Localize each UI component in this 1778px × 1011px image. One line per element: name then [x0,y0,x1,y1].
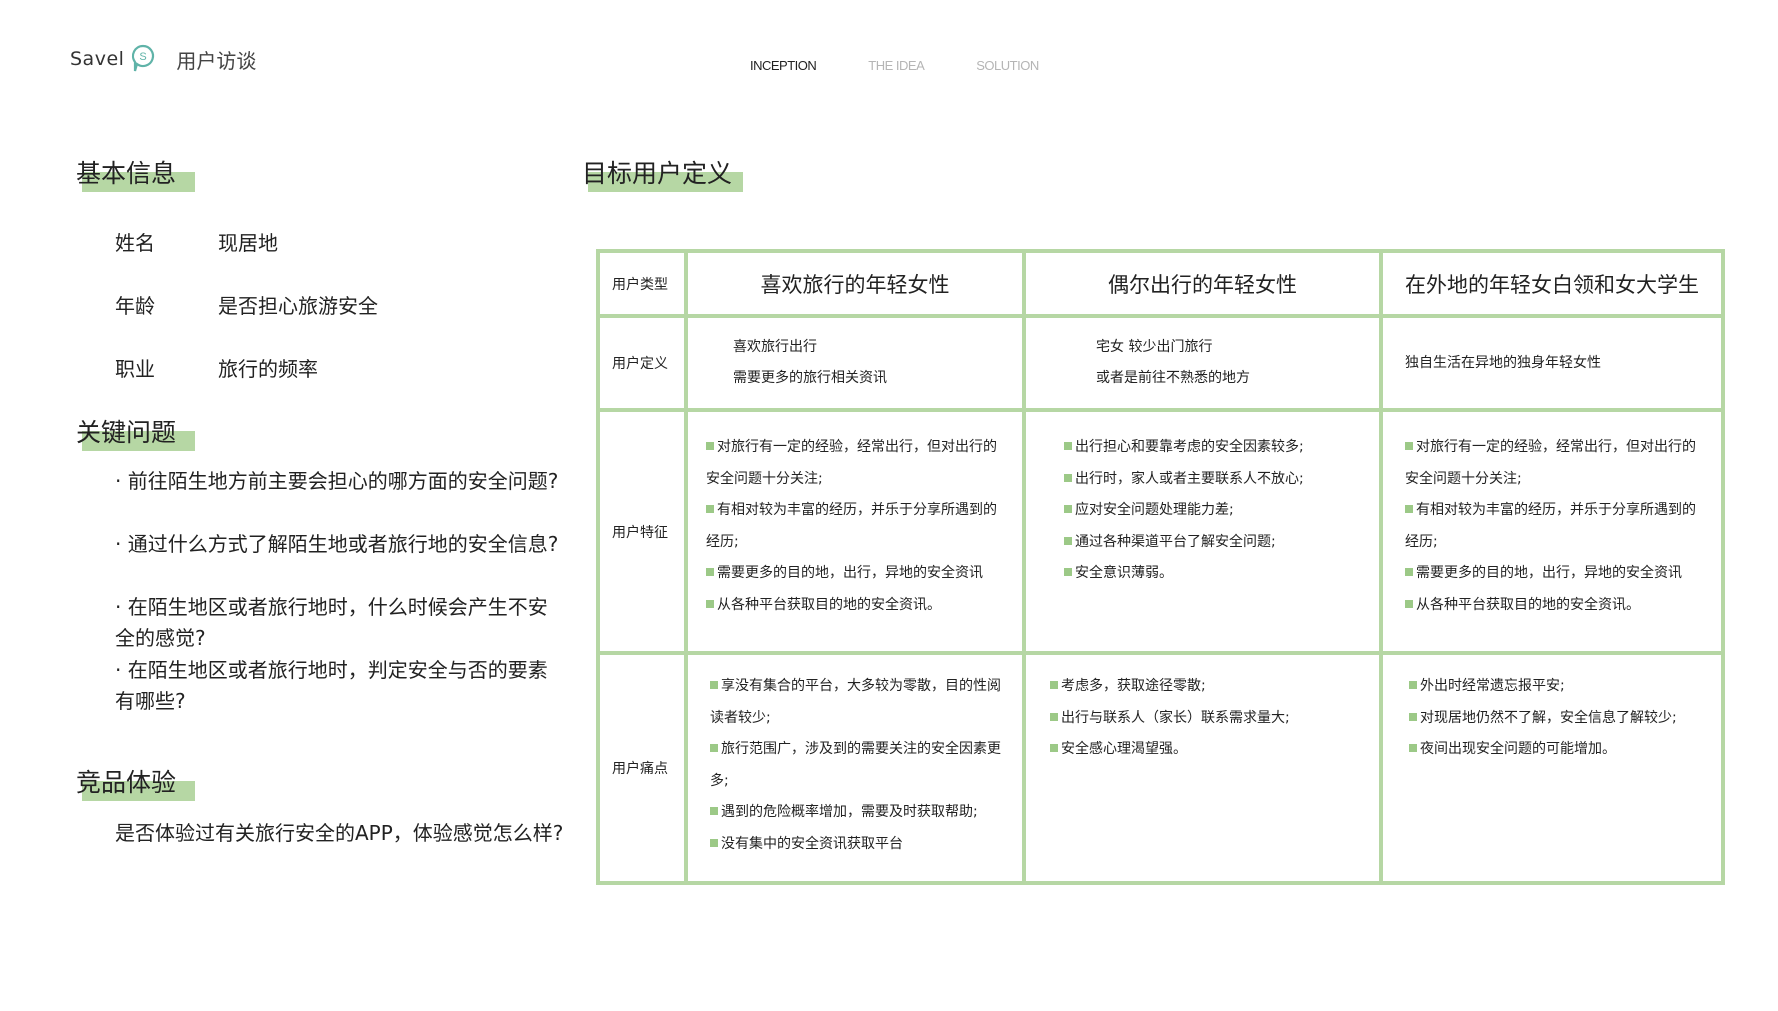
bullet-icon [1064,473,1072,482]
definition-line: 宅女 较少出门旅行 [1096,339,1213,355]
bullet-icon [1405,505,1413,513]
top-nav: INCEPTION THE IDEA SOLUTION [750,58,1091,73]
bullet-icon [1405,599,1413,608]
list-item: 对旅行有一定的经验，经常出行，但对出行的安全问题十分关注; [706,439,997,487]
list-item: 从各种平台获取目的地的安全资讯。 [1405,590,1707,622]
list-item: 有相对较为丰富的经历，并乐于分享所遇到的经历; [1405,502,1696,550]
bullet-icon [1409,681,1417,689]
bullet-icon [710,838,718,847]
definition-cell: 宅女 较少出门旅行 或者是前往不熟悉的地方 [1022,314,1383,412]
list-item: 有相对较为丰富的经历，并乐于分享所遇到的经历; [706,502,997,550]
definition-cell: 独自生活在异地的独身年轻女性 [1379,314,1721,412]
list-item: 考虑多，获取途径零散; [1050,671,1365,703]
list-item: 通过各种渠道平台了解安全问题; [1064,527,1365,559]
bullet-icon [706,442,714,450]
list-item: 遇到的危险概率增加，需要及时获取帮助; [710,797,1008,829]
list-item: 从各种平台获取目的地的安全资讯。 [706,590,1008,622]
definition-line: 喜欢旅行出行 [733,339,817,355]
bullet-icon [1409,744,1417,752]
bullet-icon [710,807,718,815]
bullet-icon [1064,442,1072,450]
info-row: 姓名 现居地 [115,231,278,255]
list-item: 需要更多的目的地，出行，异地的安全资讯 [1405,558,1707,590]
list-item: 出行时，家人或者主要联系人不放心; [1064,464,1365,496]
definition-line: 需要更多的旅行相关资讯 [733,370,887,386]
row-label: 用户痛点 [600,651,688,881]
pains-cell: 外出时经常遗忘报平安; 对现居地仍然不了解，安全信息了解较少; 夜间出现安全问题… [1379,651,1721,881]
user-type: 偶尔出行的年轻女性 [1022,253,1383,318]
bullet-icon [1405,568,1413,576]
list-item: 享没有集合的平台，大多较为零散，目的性阅读者较少; [710,678,1001,726]
nav-the-idea[interactable]: THE IDEA [868,58,924,73]
table-row: 用户定义 喜欢旅行出行 需要更多的旅行相关资讯 宅女 较少出门旅行 或者是前往不… [600,314,1721,412]
question-item: · 通过什么方式了解陌生地或者旅行地的安全信息? [115,532,559,556]
traits-cell: 出行担心和要靠考虑的安全因素较多; 出行时，家人或者主要联系人不放心; 应对安全… [1022,408,1383,655]
svg-text:S: S [140,51,147,63]
bullet-icon [710,681,718,689]
list-item: 夜间出现安全问题的可能增加。 [1409,734,1707,766]
competitor-text: 是否体验过有关旅行安全的APP，体验感觉怎么样? [115,821,564,845]
definition-line: 独自生活在异地的独身年轻女性 [1405,354,1601,371]
bullet-icon [1064,536,1072,545]
bullet-icon [706,505,714,513]
list-item: 对现居地仍然不了解，安全信息了解较少; [1409,703,1707,735]
pains-cell: 享没有集合的平台，大多较为零散，目的性阅读者较少; 旅行范围广，涉及到的需要关注… [684,651,1026,881]
user-type: 喜欢旅行的年轻女性 [684,253,1026,318]
bullet-icon [706,568,714,576]
traits-cell: 对旅行有一定的经验，经常出行，但对出行的安全问题十分关注; 有相对较为丰富的经历… [1379,408,1721,655]
definition-cell: 喜欢旅行出行 需要更多的旅行相关资讯 [684,314,1026,412]
key-questions-heading: 关键问题 [76,413,195,451]
row-label: 用户特征 [600,408,688,655]
bullet-icon [1064,505,1072,513]
traits-cell: 对旅行有一定的经验，经常出行，但对出行的安全问题十分关注; 有相对较为丰富的经历… [684,408,1026,655]
list-item: 出行与联系人（家长）联系需求量大; [1050,703,1365,735]
target-user-table: 用户类型 喜欢旅行的年轻女性 偶尔出行的年轻女性 在外地的年轻女白领和女大学生 … [596,249,1725,885]
table-row: 用户类型 喜欢旅行的年轻女性 偶尔出行的年轻女性 在外地的年轻女白领和女大学生 [600,253,1721,318]
basic-info-heading: 基本信息 [76,154,195,192]
bullet-icon [706,599,714,608]
row-label: 用户定义 [600,314,688,412]
nav-inception[interactable]: INCEPTION [750,58,817,73]
bullet-icon [1405,442,1413,450]
section-title: 用户访谈 [176,48,257,73]
question-item: · 在陌生地区或者旅行地时，判定安全与否的要素有哪些? [115,658,548,713]
pains-cell: 考虑多，获取途径零散; 出行与联系人（家长）联系需求量大; 安全感心理渴望强。 [1022,651,1383,881]
list-item: 没有集中的安全资讯获取平台 [710,829,1008,861]
bullet-icon [1064,568,1072,576]
savel-logo-icon: S [130,44,156,74]
nav-solution[interactable]: SOLUTION [976,58,1039,73]
brand: Savel S 用户访谈 [70,44,256,74]
list-item: 对旅行有一定的经验，经常出行，但对出行的安全问题十分关注; [1405,439,1696,487]
list-item: 安全意识薄弱。 [1064,558,1365,590]
bullet-icon [1050,681,1058,689]
table-row: 用户痛点 享没有集合的平台，大多较为零散，目的性阅读者较少; 旅行范围广，涉及到… [600,651,1721,881]
definition-line: 或者是前往不熟悉的地方 [1096,370,1250,386]
info-row: 职业 旅行的频率 [115,357,318,381]
bullet-icon [1050,744,1058,752]
list-item: 外出时经常遗忘报平安; [1409,671,1707,703]
target-users-heading: 目标用户定义 [582,154,743,192]
info-row: 年龄 是否担心旅游安全 [115,294,378,318]
bullet-icon [1050,712,1058,721]
bullet-icon [1409,712,1417,721]
competitor-heading: 竞品体验 [76,763,195,801]
question-item: · 前往陌生地方前主要会担心的哪方面的安全问题? [115,469,559,493]
list-item: 出行担心和要靠考虑的安全因素较多; [1064,432,1365,464]
row-label: 用户类型 [600,253,688,318]
table-row: 用户特征 对旅行有一定的经验，经常出行，但对出行的安全问题十分关注; 有相对较为… [600,408,1721,655]
bullet-icon [710,744,718,752]
brand-name: Savel [70,48,125,70]
question-item: · 在陌生地区或者旅行地时，什么时候会产生不安全的感觉? [115,595,548,650]
list-item: 应对安全问题处理能力差; [1064,495,1365,527]
user-type: 在外地的年轻女白领和女大学生 [1379,253,1721,318]
list-item: 旅行范围广，涉及到的需要关注的安全因素更多; [710,741,1001,789]
list-item: 需要更多的目的地，出行，异地的安全资讯 [706,558,1008,590]
list-item: 安全感心理渴望强。 [1050,734,1365,766]
